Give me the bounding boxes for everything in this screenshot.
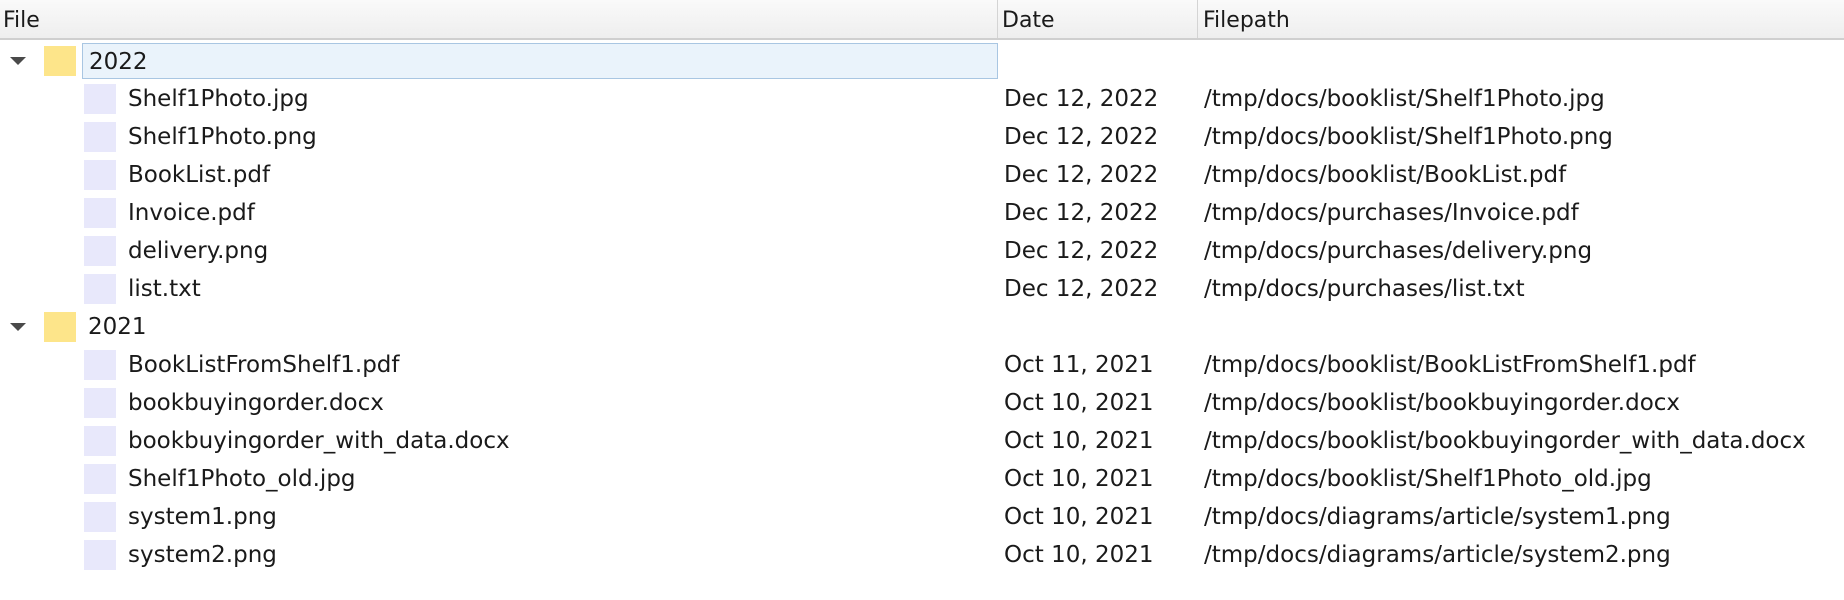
file-name: bookbuyingorder_with_data.docx xyxy=(128,428,510,454)
table-row[interactable]: system2.png Oct 10, 2021 /tmp/docs/diagr… xyxy=(0,536,1844,574)
file-icon xyxy=(84,464,116,494)
file-path: /tmp/docs/booklist/Shelf1Photo_old.jpg xyxy=(1204,466,1652,492)
file-name: BookList.pdf xyxy=(128,162,271,188)
table-row[interactable]: BookList.pdf Dec 12, 2022 /tmp/docs/book… xyxy=(0,156,1844,194)
file-date: Oct 10, 2021 xyxy=(1004,504,1154,530)
file-name: delivery.png xyxy=(128,238,269,264)
expand-arrow-icon[interactable] xyxy=(10,57,26,65)
file-icon xyxy=(84,426,116,456)
table-row[interactable]: Shelf1Photo.png Dec 12, 2022 /tmp/docs/b… xyxy=(0,118,1844,156)
table-row[interactable]: Shelf1Photo_old.jpg Oct 10, 2021 /tmp/do… xyxy=(0,460,1844,498)
file-date: Oct 10, 2021 xyxy=(1004,466,1154,492)
file-date: Oct 10, 2021 xyxy=(1004,542,1154,568)
file-name: system1.png xyxy=(128,504,277,530)
file-icon xyxy=(84,274,116,304)
file-path: /tmp/docs/booklist/Shelf1Photo.png xyxy=(1204,124,1613,150)
file-icon xyxy=(84,540,116,570)
tree-group-row[interactable]: 2022 xyxy=(0,42,1844,80)
file-name: Invoice.pdf xyxy=(128,200,255,226)
table-row[interactable]: bookbuyingorder.docx Oct 10, 2021 /tmp/d… xyxy=(0,384,1844,422)
file-date: Dec 12, 2022 xyxy=(1004,238,1159,264)
file-name: bookbuyingorder.docx xyxy=(128,390,384,416)
table-row[interactable]: Invoice.pdf Dec 12, 2022 /tmp/docs/purch… xyxy=(0,194,1844,232)
file-name: Shelf1Photo_old.jpg xyxy=(128,466,356,492)
file-path: /tmp/docs/booklist/bookbuyingorder_with_… xyxy=(1204,428,1806,454)
table-row[interactable]: bookbuyingorder_with_data.docx Oct 10, 2… xyxy=(0,422,1844,460)
column-header: File Date Filepath xyxy=(0,0,1844,40)
file-icon xyxy=(84,84,116,114)
table-row[interactable]: list.txt Dec 12, 2022 /tmp/docs/purchase… xyxy=(0,270,1844,308)
file-name: Shelf1Photo.jpg xyxy=(128,86,309,112)
file-path: /tmp/docs/booklist/BookListFromShelf1.pd… xyxy=(1204,352,1696,378)
file-icon xyxy=(84,160,116,190)
file-date: Oct 10, 2021 xyxy=(1004,428,1154,454)
file-path: /tmp/docs/booklist/BookList.pdf xyxy=(1204,162,1567,188)
file-date: Dec 12, 2022 xyxy=(1004,86,1159,112)
group-label[interactable]: 2021 xyxy=(82,309,147,345)
column-header-date[interactable]: Date xyxy=(998,0,1198,38)
table-row[interactable]: system1.png Oct 10, 2021 /tmp/docs/diagr… xyxy=(0,498,1844,536)
table-row[interactable]: delivery.png Dec 12, 2022 /tmp/docs/purc… xyxy=(0,232,1844,270)
folder-icon xyxy=(44,312,76,342)
file-icon xyxy=(84,388,116,418)
column-header-filepath[interactable]: Filepath xyxy=(1198,0,1844,38)
file-name: list.txt xyxy=(128,276,201,302)
file-icon xyxy=(84,236,116,266)
file-date: Oct 11, 2021 xyxy=(1004,352,1154,378)
file-date: Dec 12, 2022 xyxy=(1004,276,1159,302)
tree-group-row[interactable]: 2021 xyxy=(0,308,1844,346)
table-row[interactable]: Shelf1Photo.jpg Dec 12, 2022 /tmp/docs/b… xyxy=(0,80,1844,118)
file-name: BookListFromShelf1.pdf xyxy=(128,352,400,378)
file-path: /tmp/docs/purchases/list.txt xyxy=(1204,276,1525,302)
column-header-file[interactable]: File xyxy=(0,0,998,38)
expand-arrow-icon[interactable] xyxy=(10,323,26,331)
file-date: Dec 12, 2022 xyxy=(1004,162,1159,188)
file-icon xyxy=(84,350,116,380)
file-path: /tmp/docs/diagrams/article/system1.png xyxy=(1204,504,1671,530)
file-icon xyxy=(84,502,116,532)
file-icon xyxy=(84,198,116,228)
file-date: Dec 12, 2022 xyxy=(1004,124,1159,150)
file-path: /tmp/docs/booklist/Shelf1Photo.jpg xyxy=(1204,86,1605,112)
file-name: Shelf1Photo.png xyxy=(128,124,317,150)
table-row[interactable]: BookListFromShelf1.pdf Oct 11, 2021 /tmp… xyxy=(0,346,1844,384)
file-name: system2.png xyxy=(128,542,277,568)
file-path: /tmp/docs/booklist/bookbuyingorder.docx xyxy=(1204,390,1681,416)
file-path: /tmp/docs/diagrams/article/system2.png xyxy=(1204,542,1671,568)
folder-icon xyxy=(44,46,76,76)
file-path: /tmp/docs/purchases/delivery.png xyxy=(1204,238,1593,264)
file-date: Dec 12, 2022 xyxy=(1004,200,1159,226)
group-label[interactable]: 2022 xyxy=(82,43,998,79)
file-icon xyxy=(84,122,116,152)
file-date: Oct 10, 2021 xyxy=(1004,390,1154,416)
file-path: /tmp/docs/purchases/Invoice.pdf xyxy=(1204,200,1579,226)
